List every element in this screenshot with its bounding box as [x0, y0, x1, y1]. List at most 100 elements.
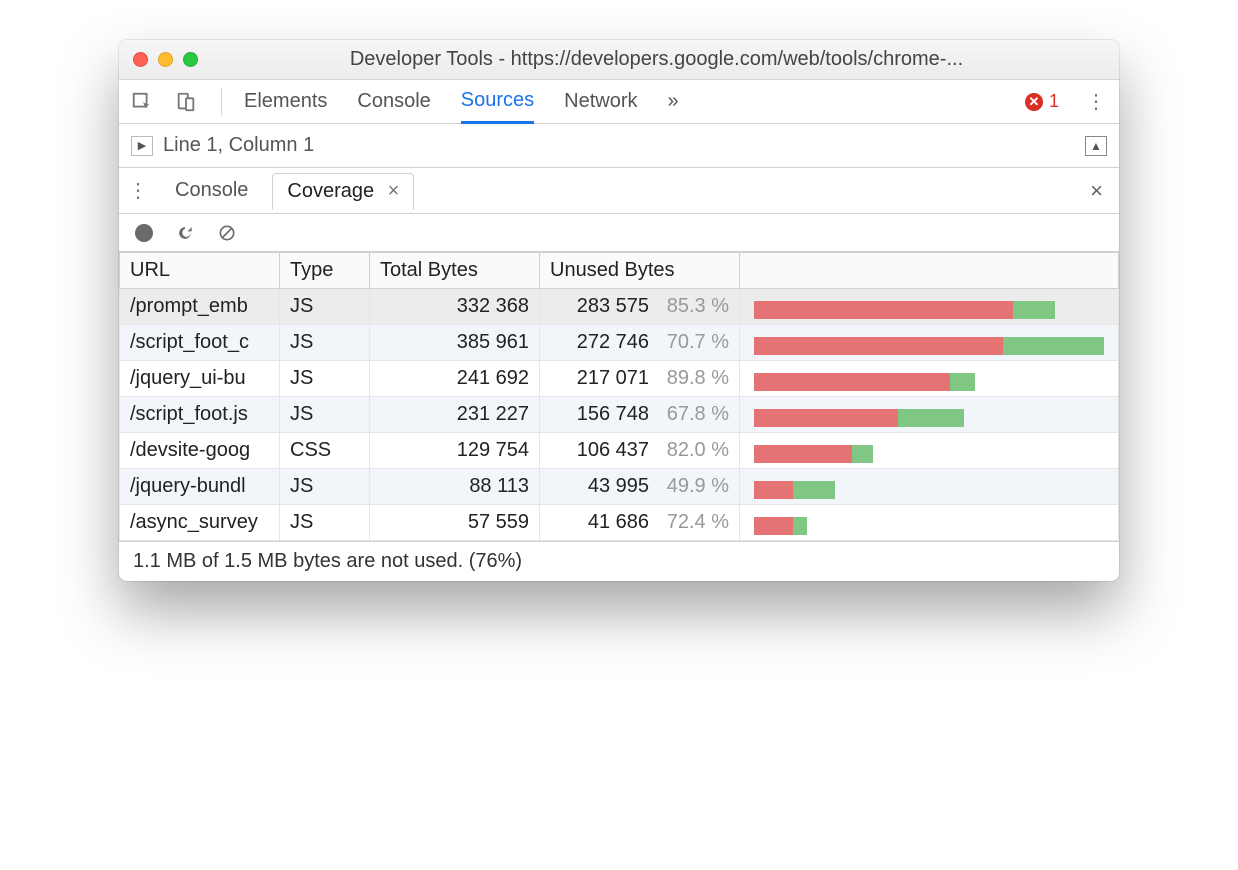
- cell-url: /devsite-goog: [120, 433, 280, 469]
- table-row[interactable]: /script_foot_cJS385 961 272 746 70.7 %: [120, 325, 1119, 361]
- table-row[interactable]: /jquery-bundlJS88 11343 99549.9 %: [120, 469, 1119, 505]
- tab-console[interactable]: Console: [357, 80, 430, 123]
- cell-usage-bar: [740, 325, 1119, 361]
- drawer-tab-coverage[interactable]: Coverage ×: [272, 173, 414, 210]
- cell-unused-bytes: 272 746 70.7 %: [540, 325, 740, 361]
- usage-bar-unused: [754, 517, 793, 535]
- unused-bytes-pct: 89.8 %: [659, 367, 729, 390]
- col-visualization[interactable]: [740, 253, 1119, 289]
- record-button-icon[interactable]: [135, 224, 153, 242]
- col-url[interactable]: URL: [120, 253, 280, 289]
- cell-unused-bytes: 41 686 72.4 %: [540, 505, 740, 541]
- tab-sources[interactable]: Sources: [461, 81, 534, 124]
- minimize-window-button[interactable]: [158, 52, 173, 67]
- clear-button-icon[interactable]: [217, 223, 237, 243]
- usage-bar-used: [898, 409, 965, 427]
- cell-type: JS: [280, 325, 370, 361]
- table-row[interactable]: /script_foot.jsJS231 227156 74867.8 %: [120, 397, 1119, 433]
- table-row[interactable]: /devsite-googCSS129 754106 43782.0 %: [120, 433, 1119, 469]
- coverage-table: URL Type Total Bytes Unused Bytes /promp…: [119, 252, 1119, 541]
- collapse-panel-icon[interactable]: ▲: [1085, 136, 1107, 156]
- usage-bar-unused: [754, 481, 793, 499]
- kebab-menu-icon[interactable]: ⋮: [1083, 89, 1109, 115]
- error-count: 1: [1049, 91, 1059, 112]
- cell-unused-bytes: 283 57585.3 %: [540, 289, 740, 325]
- cell-usage-bar: [740, 433, 1119, 469]
- usage-bar-unused: [754, 301, 1013, 319]
- cell-usage-bar: [740, 469, 1119, 505]
- col-type[interactable]: Type: [280, 253, 370, 289]
- window-title: Developer Tools - https://developers.goo…: [208, 48, 1105, 71]
- usage-bar-unused: [754, 409, 898, 427]
- cell-url: /script_foot_c: [120, 325, 280, 361]
- col-total-bytes[interactable]: Total Bytes: [370, 253, 540, 289]
- cell-type: JS: [280, 289, 370, 325]
- usage-bar: [754, 337, 1104, 355]
- cell-type: JS: [280, 397, 370, 433]
- cell-total-bytes: 241 692: [370, 361, 540, 397]
- reload-button-icon[interactable]: [175, 223, 195, 243]
- usage-bar: [754, 409, 964, 427]
- unused-bytes-pct: 70.7 %: [659, 331, 729, 354]
- error-icon: ✕: [1025, 93, 1043, 111]
- cell-usage-bar: [740, 397, 1119, 433]
- cell-unused-bytes: 43 99549.9 %: [540, 469, 740, 505]
- close-tab-icon[interactable]: ×: [388, 180, 400, 202]
- drawer-tab-console[interactable]: Console: [161, 173, 262, 208]
- inspect-element-icon[interactable]: [129, 89, 155, 115]
- tabs-overflow-icon[interactable]: »: [668, 80, 679, 123]
- cell-unused-bytes: 217 07189.8 %: [540, 361, 740, 397]
- usage-bar: [754, 373, 975, 391]
- usage-bar: [754, 517, 807, 535]
- coverage-summary: 1.1 MB of 1.5 MB bytes are not used. (76…: [119, 541, 1119, 581]
- unused-bytes-value: 41 686: [559, 511, 649, 534]
- cell-total-bytes: 385 961: [370, 325, 540, 361]
- table-header-row: URL Type Total Bytes Unused Bytes: [120, 253, 1119, 289]
- usage-bar: [754, 481, 835, 499]
- cell-unused-bytes: 106 437 82.0 %: [540, 433, 740, 469]
- cell-total-bytes: 231 227: [370, 397, 540, 433]
- cell-usage-bar: [740, 289, 1119, 325]
- unused-bytes-pct: 67.8 %: [659, 403, 729, 426]
- run-snippet-icon[interactable]: ▶: [131, 136, 153, 156]
- cell-type: CSS: [280, 433, 370, 469]
- zoom-window-button[interactable]: [183, 52, 198, 67]
- close-drawer-icon[interactable]: ×: [1082, 178, 1111, 204]
- usage-bar: [754, 301, 1055, 319]
- tab-network[interactable]: Network: [564, 80, 637, 123]
- cursor-position: Line 1, Column 1: [163, 134, 314, 157]
- cell-url: /prompt_emb: [120, 289, 280, 325]
- unused-bytes-pct: 72.4 %: [659, 511, 729, 534]
- table-row[interactable]: /jquery_ui-buJS241 692217 07189.8 %: [120, 361, 1119, 397]
- cell-total-bytes: 57 559: [370, 505, 540, 541]
- table-row[interactable]: /prompt_embJS332 368283 57585.3 %: [120, 289, 1119, 325]
- coverage-toolbar: [119, 214, 1119, 252]
- cell-usage-bar: [740, 361, 1119, 397]
- col-unused-bytes[interactable]: Unused Bytes: [540, 253, 740, 289]
- unused-bytes-value: 156 748: [559, 403, 649, 426]
- table-row[interactable]: /async_surveyJS57 559 41 686 72.4 %: [120, 505, 1119, 541]
- error-count-badge[interactable]: ✕ 1: [1025, 91, 1059, 112]
- window-traffic-lights: [133, 52, 198, 67]
- window-titlebar: Developer Tools - https://developers.goo…: [119, 40, 1119, 80]
- usage-bar-unused: [754, 337, 1003, 355]
- cell-url: /jquery_ui-bu: [120, 361, 280, 397]
- usage-bar-unused: [754, 373, 950, 391]
- cell-url: /async_survey: [120, 505, 280, 541]
- devtools-window: Developer Tools - https://developers.goo…: [119, 40, 1119, 581]
- unused-bytes-value: 272 746: [559, 331, 649, 354]
- unused-bytes-value: 106 437: [559, 439, 649, 462]
- editor-statusbar: ▶ Line 1, Column 1 ▲: [119, 124, 1119, 168]
- usage-bar-used: [852, 445, 873, 463]
- tab-elements[interactable]: Elements: [244, 80, 327, 123]
- unused-bytes-pct: 82.0 %: [659, 439, 729, 462]
- cell-total-bytes: 332 368: [370, 289, 540, 325]
- usage-bar-used: [793, 481, 835, 499]
- usage-bar-unused: [754, 445, 852, 463]
- device-toolbar-icon[interactable]: [173, 89, 199, 115]
- cell-type: JS: [280, 505, 370, 541]
- cell-total-bytes: 88 113: [370, 469, 540, 505]
- close-window-button[interactable]: [133, 52, 148, 67]
- drawer-tabbar: ⋮ Console Coverage × ×: [119, 168, 1119, 214]
- drawer-menu-icon[interactable]: ⋮: [127, 178, 151, 203]
